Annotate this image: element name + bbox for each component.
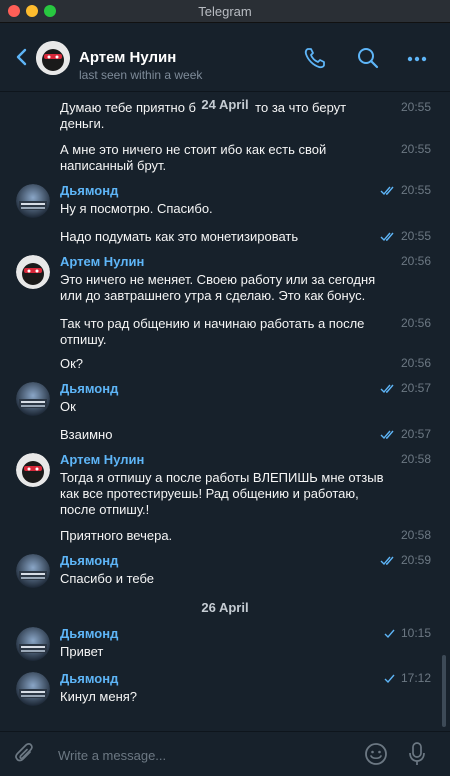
scrollbar[interactable] [442,655,446,727]
message[interactable]: Приятного вечера. 20:58 [0,528,450,546]
more-icon[interactable] [405,45,431,71]
message-text: Ок [60,399,76,414]
window-title: Telegram [198,4,252,19]
chat-header: Артем Нулин last seen within a week [0,23,450,92]
message[interactable]: Артем Нулин Это ничего не меняет. Своею … [0,254,450,306]
back-icon[interactable] [12,45,32,69]
window-titlebar: Telegram [0,0,450,23]
message-time: 20:55 [400,229,431,243]
date-separator: 26 April [201,600,249,615]
attach-icon[interactable] [14,742,36,766]
message-time: 17:12 [400,671,431,685]
message-time: 20:58 [400,528,431,542]
double-check-icon [380,556,394,566]
double-check-icon [380,430,394,440]
sender-name[interactable]: Артем Нулин [60,254,144,269]
message-list[interactable]: Думаю тебе приятно б... бовать то за что… [0,92,450,730]
double-check-icon [380,384,394,394]
message[interactable]: Дьямонд Кинул меня? 17:12 [0,671,450,707]
message[interactable]: Дьямонд Ну я посмотрю. Спасибо. 20:55 [0,183,450,219]
message[interactable]: Дьямонд Спасибо и тебе 20:59 [0,553,450,589]
message-time: 20:56 [400,316,431,330]
sender-name[interactable]: Дьямонд [60,626,118,641]
message-input[interactable] [56,744,350,766]
message[interactable]: Дьямонд Привет 10:15 [0,626,450,662]
message-text: Ок? [60,356,84,371]
sender-name[interactable]: Дьямонд [60,183,118,198]
message[interactable]: Ок? 20:56 [0,356,450,374]
message-text: Тогда я отпишу а после работы ВЛЕПИШЬ мн… [60,470,384,517]
double-check-icon [380,232,394,242]
emoji-icon[interactable] [364,742,388,766]
message-time: 20:59 [400,553,431,567]
message-text: Надо подумать как это монетизировать [60,229,299,244]
message-time: 20:58 [400,452,431,466]
floating-date: 24 April [0,97,450,112]
message-text: Привет [60,644,104,659]
sender-avatar[interactable] [16,184,50,218]
message[interactable]: А мне это ничего не стоит ибо как есть с… [0,142,450,176]
sender-avatar[interactable] [16,453,50,487]
double-check-icon [380,186,394,196]
message-time: 20:55 [400,142,431,156]
message-time: 10:15 [400,626,431,640]
sender-avatar[interactable] [16,382,50,416]
message-time: 20:55 [400,183,431,197]
sender-avatar[interactable] [16,255,50,289]
sender-avatar[interactable] [16,554,50,588]
message-text: Спасибо и тебе [60,571,155,586]
message-time: 20:56 [400,356,431,370]
phone-icon[interactable] [302,45,328,71]
sender-name[interactable]: Артем Нулин [60,452,144,467]
contact-avatar[interactable] [36,41,70,75]
message-text: А мне это ничего не стоит ибо как есть с… [60,142,327,173]
contact-status: last seen within a week [79,68,203,82]
message[interactable]: Взаимно 20:57 [0,427,450,445]
message-text: Взаимно [60,427,113,442]
message-text: Приятного вечера. [60,528,173,543]
message[interactable]: Так что рад общению и начинаю работать а… [0,316,450,350]
message-text: Ну я посмотрю. Спасибо. [60,201,213,216]
message-time: 20:57 [400,381,431,395]
sender-avatar[interactable] [16,672,50,706]
sender-name[interactable]: Дьямонд [60,553,118,568]
message-composer [0,731,450,776]
message-text: Кинул меня? [60,689,138,704]
contact-name[interactable]: Артем Нулин [79,49,176,66]
message-text: Это ничего не меняет. Своею работу или з… [60,272,376,303]
sender-name[interactable]: Дьямонд [60,381,118,396]
message[interactable]: Артем Нулин Тогда я отпишу а после работ… [0,452,450,520]
message[interactable]: Надо подумать как это монетизировать 20:… [0,229,450,247]
sender-avatar[interactable] [16,627,50,661]
message-time: 20:57 [400,427,431,441]
microphone-icon[interactable] [408,741,426,767]
message-time: 20:56 [400,254,431,268]
search-icon[interactable] [355,45,381,71]
sender-name[interactable]: Дьямонд [60,671,118,686]
message-text: Так что рад общению и начинаю работать а… [60,316,365,347]
message[interactable]: Дьямонд Ок 20:57 [0,381,450,417]
